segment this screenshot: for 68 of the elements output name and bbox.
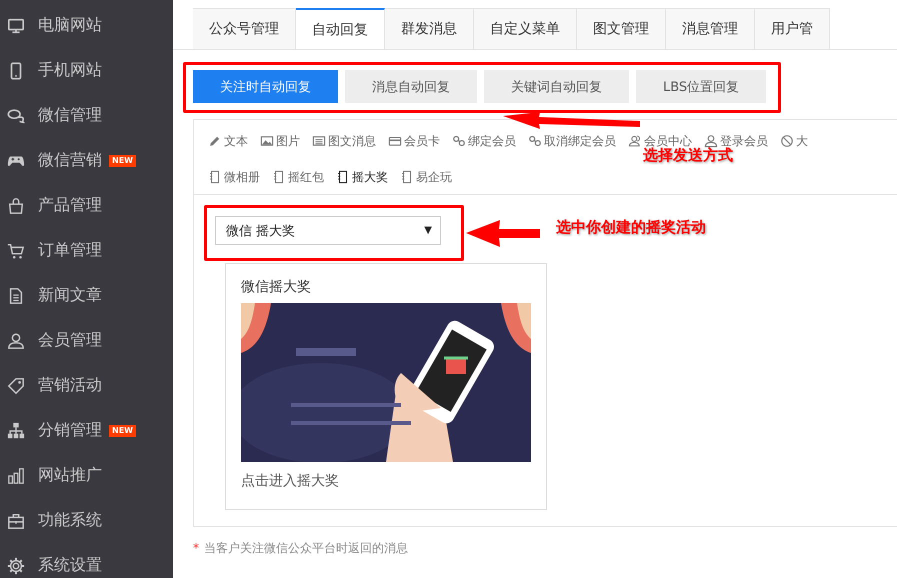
pencil-icon [208,134,222,148]
notebook-icon [336,170,350,184]
reply-type-item[interactable]: 图文消息 [312,131,376,151]
notebook-icon [208,170,222,184]
user-icon [7,332,25,350]
notebook-icon [272,170,286,184]
reply-type-item[interactable]: 文本 [208,131,248,151]
sidebar-item[interactable]: 营销活动 [38,375,102,396]
image-icon [260,134,274,148]
link-icon [528,134,542,148]
sidebar-item[interactable]: 功能系统 [38,510,102,531]
new-badge: NEW [109,424,136,436]
sidebar-item[interactable]: 分销管理 [38,420,102,441]
document-icon [7,286,25,304]
bar-chart-icon [7,466,25,484]
monitor-icon [7,16,25,34]
activity-select[interactable]: 微信 摇大奖 ▼ [215,216,441,245]
sidebar-item[interactable]: 微信管理 [38,105,102,126]
reply-type-item[interactable]: 图片 [260,131,300,151]
tab[interactable]: 自动回复 [296,8,385,49]
sidebar-item[interactable]: 微信营销 [38,150,102,171]
sidebar-item[interactable]: 产品管理 [38,195,102,216]
sidebar-item[interactable]: 订单管理 [38,240,102,261]
list-icon [312,134,326,148]
tab[interactable]: 自定义菜单 [474,8,577,49]
briefcase-icon [7,512,25,530]
card-icon [388,134,402,148]
reply-mode-button[interactable]: 消息自动回复 [345,70,477,103]
user-icon [704,134,718,148]
tab[interactable]: 消息管理 [666,8,755,49]
tab[interactable]: 群发消息 [385,8,474,49]
reply-type-item[interactable]: 会员卡 [388,131,440,151]
reply-mode-button[interactable]: LBS位置回复 [636,70,766,103]
reply-mode-button[interactable]: 关注时自动回复 [193,70,338,103]
circle-slash-icon [780,134,794,148]
reply-type-item[interactable]: 摇大奖 [336,167,388,187]
chat-icon [7,106,25,124]
sidebar-item[interactable]: 新闻文章 [38,285,102,306]
users-icon [628,134,642,148]
link-icon [452,134,466,148]
sidebar-item[interactable]: 电脑网站 [38,15,102,36]
reply-type-item[interactable]: 取消绑定会员 [528,131,616,151]
tab[interactable]: 公众号管理 [193,8,296,49]
tag-icon [7,376,25,394]
sidebar-item[interactable]: 网站推广 [38,465,102,486]
sidebar-item[interactable]: 手机网站 [38,60,102,81]
reply-type-item[interactable]: 微相册 [208,167,260,187]
new-badge: NEW [109,154,136,166]
note-text: 当客户关注微信公众平台时返回的消息 [204,541,408,555]
tab[interactable]: 图文管理 [577,8,666,49]
annotation-text: 选中你创建的摇奖活动 [556,218,706,237]
required-mark: * [193,541,199,555]
annotation-text: 选择发送方式 [643,146,733,165]
bag-icon [7,196,25,214]
reply-type-item[interactable]: 摇红包 [272,167,324,187]
cart-icon [7,242,25,260]
sidebar-item[interactable]: 系统设置 [38,555,102,576]
activity-link[interactable]: 点击进入摇大奖 [241,472,339,490]
reply-type-item[interactable]: 易企玩 [400,167,452,187]
sidebar-item[interactable]: 会员管理 [38,330,102,351]
notebook-icon [400,170,414,184]
sitemap-icon [7,422,25,440]
reply-mode-button[interactable]: 关键词自动回复 [484,70,629,103]
card-title: 微信摇大奖 [241,278,312,296]
settings-icon [7,556,25,574]
reply-type-item[interactable]: 大 [780,131,808,151]
reply-type-item[interactable]: 绑定会员 [452,131,516,151]
tab[interactable]: 用户管 [755,8,830,49]
